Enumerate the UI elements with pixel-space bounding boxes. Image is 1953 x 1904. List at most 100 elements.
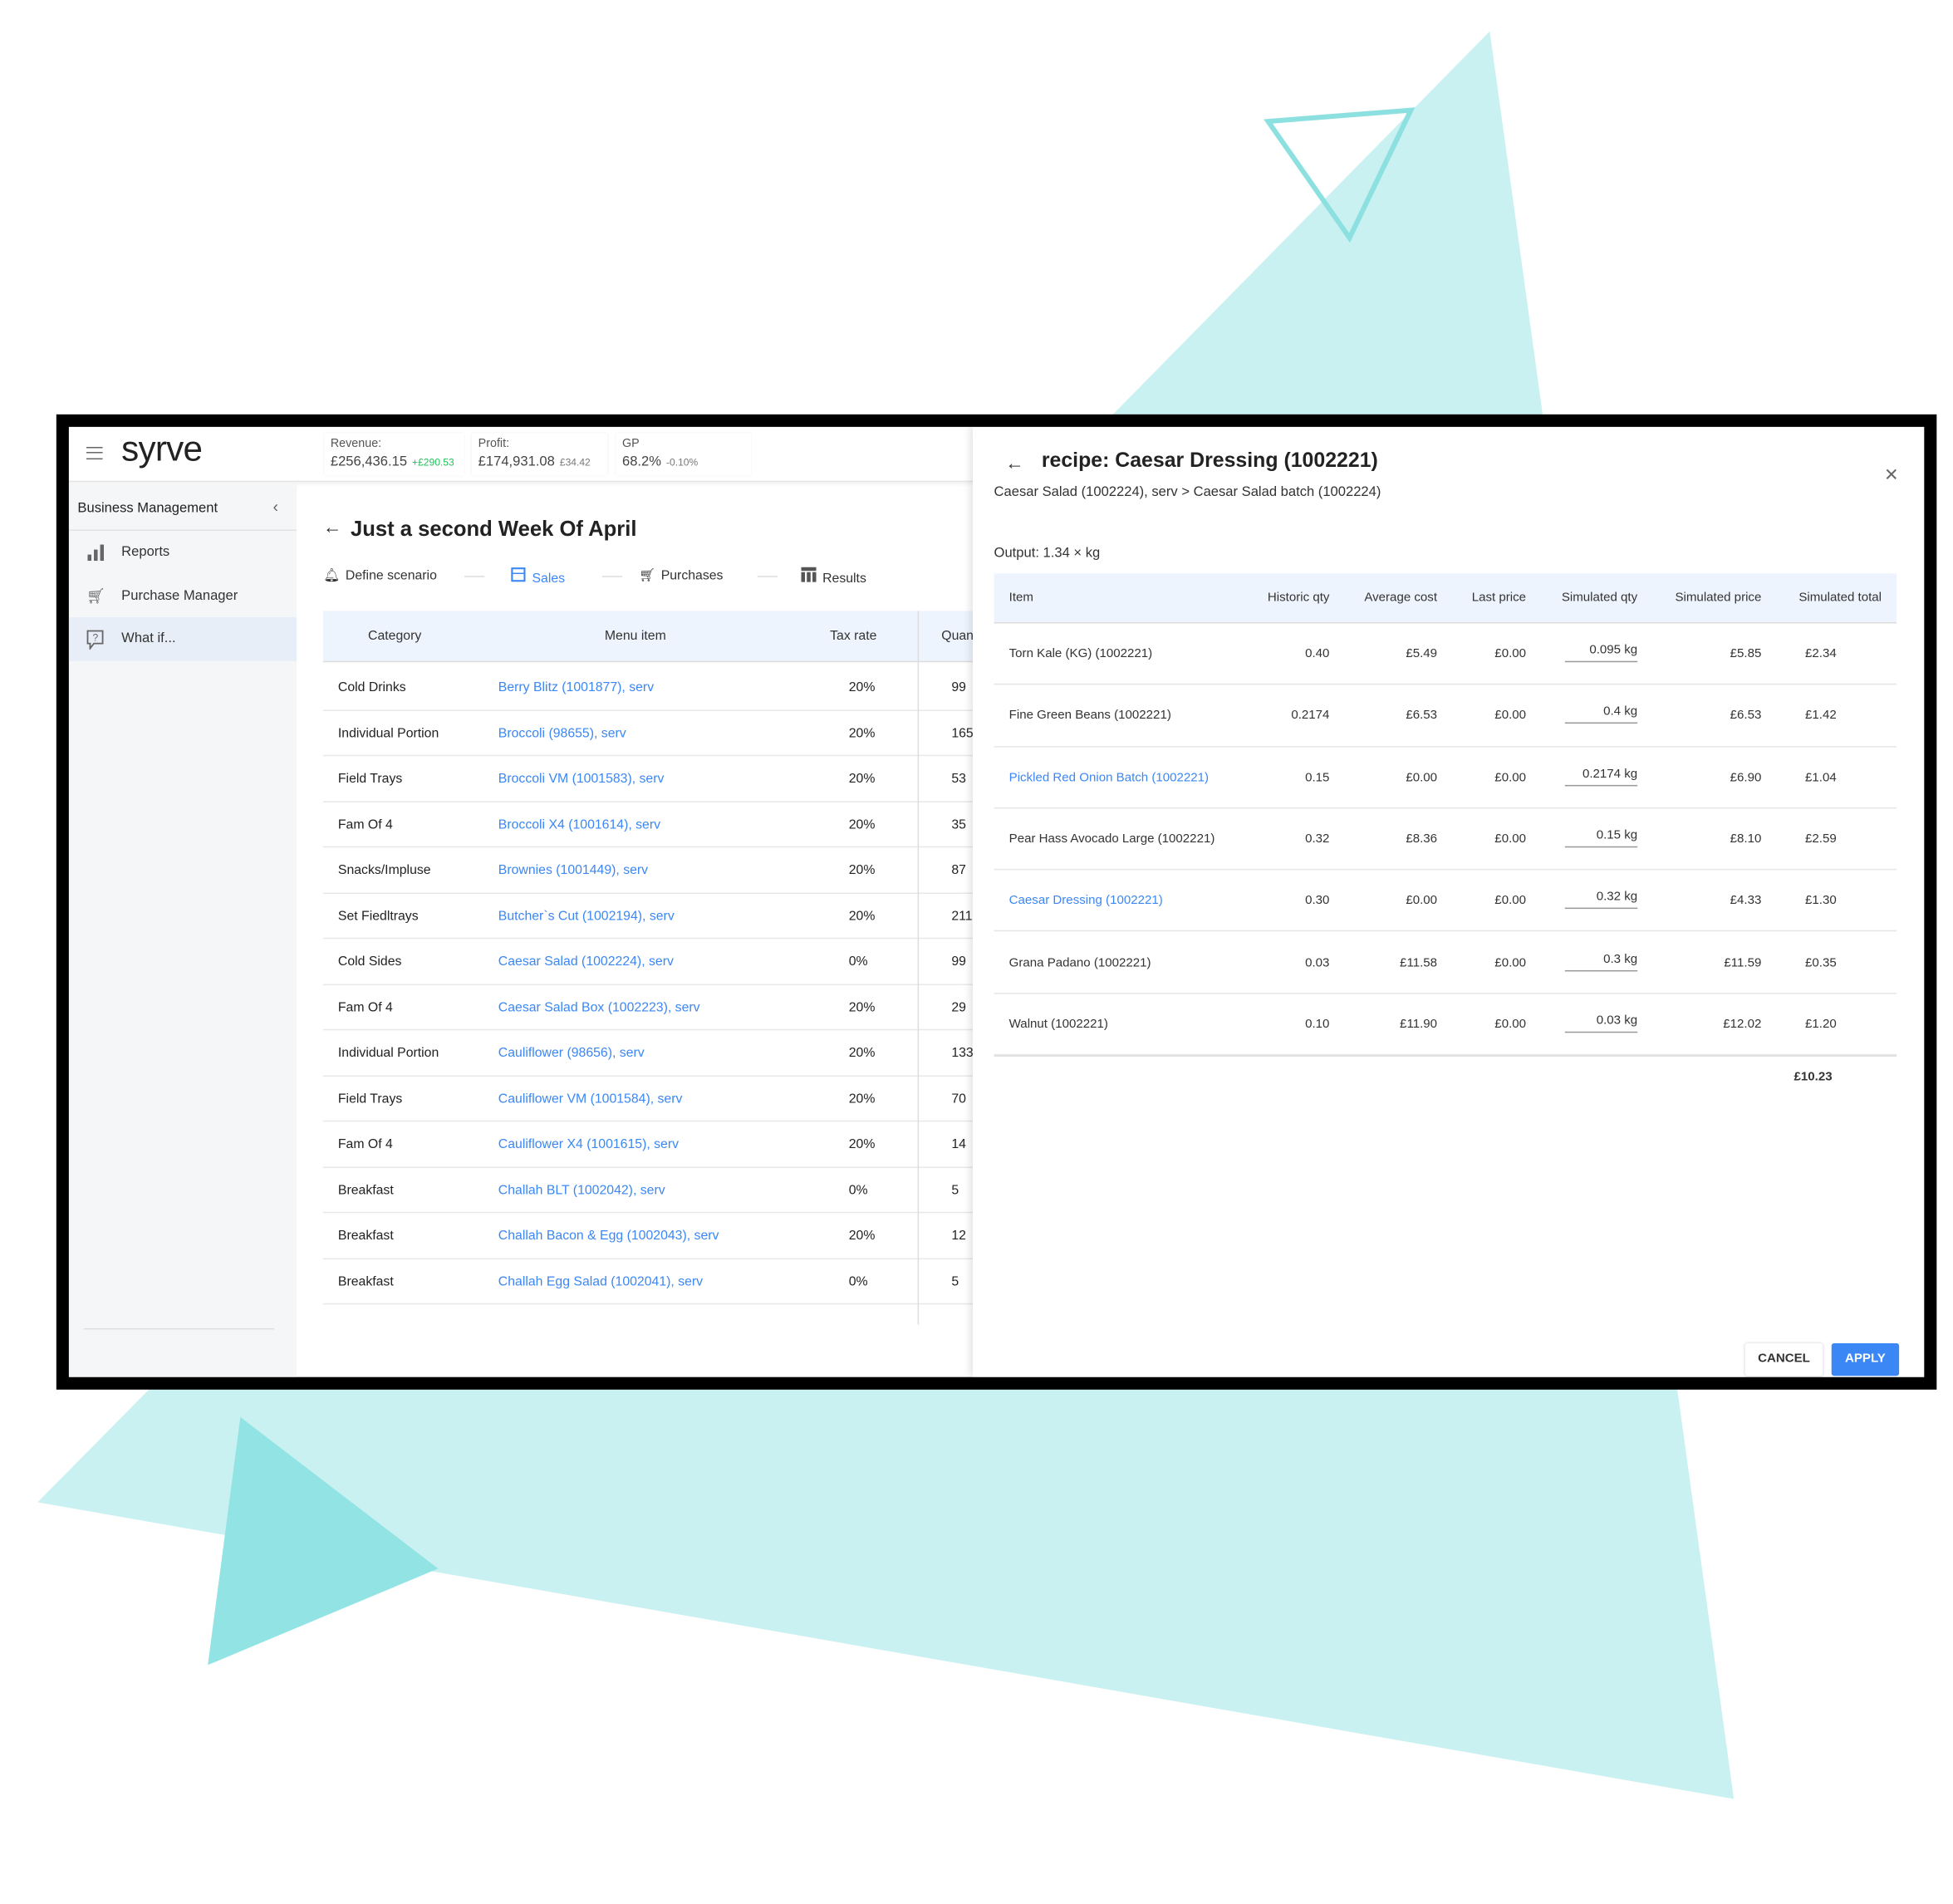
average-cost: £8.36	[1406, 832, 1438, 846]
average-cost: £0.00	[1406, 894, 1438, 908]
back-arrow-icon[interactable]: ←	[1005, 454, 1024, 475]
category: Individual Portion	[337, 725, 439, 741]
cart-icon: 🛒︎	[639, 568, 656, 584]
table-row[interactable]: Field Trays Cauliflower VM (1001584), ser…	[322, 1076, 974, 1122]
historic-qty: 0.15	[1305, 770, 1330, 785]
back-arrow-icon[interactable]: ←	[323, 517, 342, 538]
step-separator	[601, 576, 622, 577]
menu-item-link[interactable]: Broccoli X4 (1001614), serv	[498, 817, 660, 832]
quantity: 211	[951, 908, 973, 924]
column-header: Simulated price	[1675, 591, 1762, 605]
simulated-qty-input[interactable]: 0.03 kg	[1564, 1011, 1638, 1033]
table-row[interactable]: Breakfast Challah Bacon & Egg (1002043), …	[322, 1213, 974, 1259]
item-name[interactable]: Caesar Dressing (1002221)	[1009, 894, 1163, 908]
item-name: Grana Padano (1002221)	[1008, 955, 1151, 970]
tax-rate: 20%	[848, 862, 876, 878]
item-name[interactable]: Pickled Red Onion Batch (1002221)	[1009, 771, 1209, 785]
quantity: 99	[951, 680, 966, 695]
last-price: £0.00	[1494, 1017, 1527, 1032]
sidebar-item-what-if[interactable]: ? What if...	[68, 616, 297, 661]
column-header[interactable]: Tax rate	[830, 629, 876, 644]
step-sales[interactable]: Sales	[509, 567, 565, 586]
table-row[interactable]: Cold Drinks Berry Blitz (1001877), serv 20…	[322, 665, 974, 711]
recipe-panel: ← recipe: Caesar Dressing (1002221) ✕ Ca…	[972, 426, 1925, 1377]
simulated-qty-input[interactable]: 0.2174 kg	[1564, 764, 1638, 786]
step-define-scenario[interactable]: 🔔︎ Define scenario	[323, 567, 437, 583]
table-row[interactable]: Fam Of 4 Caesar Salad Box (1002223), serv…	[322, 984, 974, 1031]
simulated-qty-input[interactable]: 0.32 kg	[1564, 888, 1638, 910]
historic-qty: 0.03	[1305, 955, 1330, 970]
menu-item-link[interactable]: Cauliflower (98656), serv	[498, 1045, 645, 1060]
step-results[interactable]: Results	[800, 567, 866, 586]
item-name: Pear Hass Avocado Large (1002221)	[1008, 832, 1215, 846]
step-label: Results	[822, 571, 866, 586]
apply-button[interactable]: APPLY	[1831, 1343, 1900, 1376]
table-row[interactable]: Breakfast Challah BLT (1002042), serv 0% 5	[322, 1167, 974, 1214]
category: Breakfast	[337, 1228, 394, 1244]
tax-rate: 20%	[848, 680, 876, 695]
simulated-qty-input[interactable]: 0.15 kg	[1564, 826, 1638, 848]
menu-item-link[interactable]: Broccoli VM (1001583), serv	[498, 771, 665, 786]
simulated-total: £1.20	[1805, 1017, 1837, 1032]
divider	[83, 1327, 275, 1330]
simulated-total: £1.30	[1805, 894, 1837, 908]
columns-icon	[800, 567, 817, 586]
menu-item-link[interactable]: Challah Egg Salad (1002041), serv	[498, 1273, 703, 1288]
sidebar-section-title: Business Management	[77, 500, 218, 516]
last-price: £0.00	[1494, 955, 1527, 970]
simulated-total: £2.34	[1805, 647, 1837, 661]
kpi-value: £256,436.15	[330, 454, 408, 470]
step-label: Sales	[532, 571, 566, 586]
sidebar-item-purchase-manager[interactable]: 🛒︎ Purchase Manager	[69, 575, 297, 619]
quantity: 5	[951, 1182, 959, 1198]
collapse-chevron-icon[interactable]: ‹	[273, 497, 279, 516]
simulated-total: £1.04	[1805, 770, 1837, 785]
category: Breakfast	[337, 1182, 394, 1198]
column-header[interactable]: Menu item	[605, 629, 666, 644]
menu-item-link[interactable]: Caesar Salad Box (1002223), serv	[498, 999, 700, 1014]
sidebar-item-label: Purchase Manager	[121, 588, 238, 604]
column-header[interactable]: Quan	[941, 629, 974, 644]
cart-icon: 🛒︎	[86, 586, 106, 605]
category: Snacks/Impluse	[337, 862, 431, 878]
table-row[interactable]: Individual Portion Cauliflower (98656), s…	[322, 1030, 974, 1077]
tax-rate: 20%	[848, 1091, 876, 1107]
hamburger-menu-icon[interactable]	[86, 446, 103, 460]
column-header[interactable]: Category	[368, 629, 421, 644]
table-row[interactable]: Set Fiedltrays Butcher`s Cut (1002194), s…	[322, 893, 974, 940]
menu-item-link[interactable]: Challah Bacon & Egg (1002043), serv	[498, 1228, 719, 1243]
cancel-button[interactable]: CANCEL	[1744, 1343, 1823, 1376]
simulated-qty-input[interactable]: 0.095 kg	[1564, 641, 1638, 663]
simulated-qty-input[interactable]: 0.4 kg	[1564, 703, 1638, 724]
table-row[interactable]: Individual Portion Broccoli (98655), serv…	[322, 710, 974, 757]
table-row[interactable]: Fam Of 4 Broccoli X4 (1001614), serv 20% 35	[322, 802, 974, 848]
last-price: £0.00	[1494, 709, 1527, 723]
ingredient-row: Fine Green Beans (1002221) 0.2174 £6.53 £0.…	[994, 685, 1897, 748]
breadcrumb: Caesar Salad (1002224), serv > Caesar Sa…	[994, 484, 1381, 500]
item-name: Torn Kale (KG) (1002221)	[1008, 647, 1153, 661]
menu-item-link[interactable]: Cauliflower X4 (1001615), serv	[498, 1136, 679, 1151]
menu-item-link[interactable]: Brownies (1001449), serv	[498, 862, 648, 877]
item-name: Fine Green Beans (1002221)	[1008, 709, 1171, 723]
tax-rate: 20%	[848, 999, 876, 1015]
page-title: Just a second Week Of April	[350, 517, 637, 542]
sidebar-item-reports[interactable]: Reports	[69, 531, 297, 575]
menu-item-link[interactable]: Caesar Salad (1002224), serv	[498, 954, 674, 969]
table-row[interactable]: Breakfast Challah Egg Salad (1002041), se…	[322, 1259, 974, 1305]
table-row[interactable]: Fam Of 4 Cauliflower X4 (1001615), serv 20…	[322, 1121, 974, 1168]
ingredient-row: Torn Kale (KG) (1002221) 0.40 £5.49 £0.00 0.…	[994, 623, 1897, 685]
menu-item-link[interactable]: Broccoli (98655), serv	[498, 725, 626, 740]
table-row[interactable]: Field Trays Broccoli VM (1001583), serv 20…	[322, 756, 974, 802]
simulated-qty-input[interactable]: 0.3 kg	[1564, 950, 1638, 971]
menu-item-link[interactable]: Challah BLT (1002042), serv	[498, 1182, 665, 1197]
table-row[interactable]: Cold Sides Caesar Salad (1002224), serv 0%…	[322, 939, 974, 985]
step-purchases[interactable]: 🛒︎ Purchases	[639, 567, 723, 584]
menu-item-link[interactable]: Berry Blitz (1001877), serv	[498, 680, 654, 694]
menu-item-link[interactable]: Cauliflower VM (1001584), serv	[498, 1091, 683, 1106]
menu-item-link[interactable]: Butcher`s Cut (1002194), serv	[498, 908, 675, 923]
kpi-profit: Profit: £174,931.08 £34.42	[472, 433, 607, 476]
close-icon[interactable]: ✕	[1884, 464, 1899, 486]
table-row[interactable]: Snacks/Impluse Brownies (1001449), serv 20…	[322, 847, 974, 894]
category: Cold Drinks	[337, 680, 406, 695]
category: Fam Of 4	[337, 817, 393, 832]
